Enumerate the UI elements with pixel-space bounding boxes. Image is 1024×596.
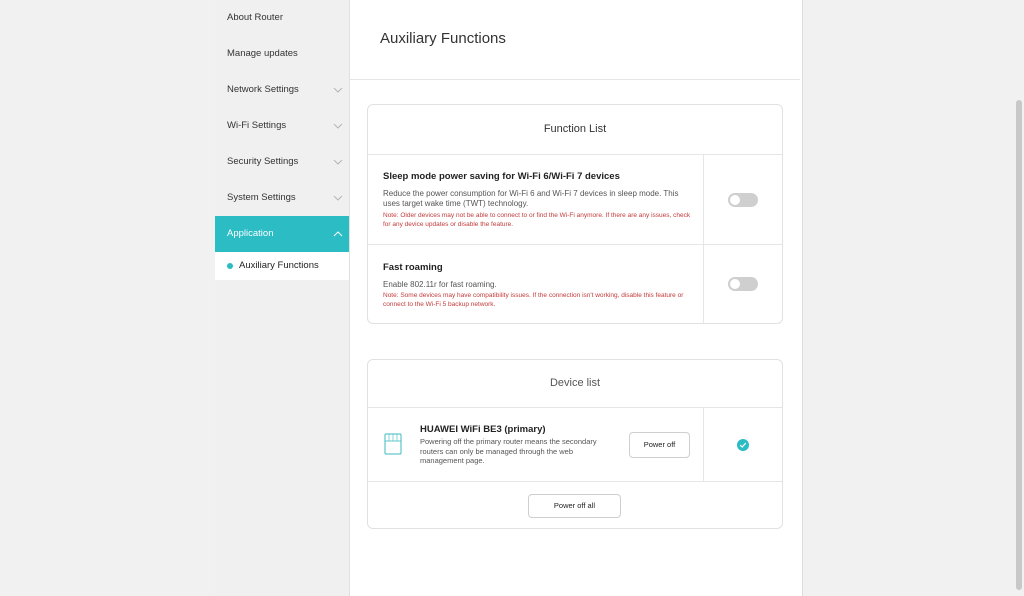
chevron-down-icon (332, 72, 344, 108)
router-icon (383, 432, 403, 461)
function-row-sleep-mode: Sleep mode power saving for Wi-Fi 6/Wi-F… (368, 155, 782, 245)
sidebar-item-label: About Router (227, 12, 283, 23)
function-info: Sleep mode power saving for Wi-Fi 6/Wi-F… (368, 155, 703, 244)
sidebar: About Router Manage updates Network Sett… (215, 0, 350, 596)
sidebar-item-wifi-settings[interactable]: Wi-Fi Settings (215, 108, 349, 144)
device-list-card: Device list HUAWEI WiFi BE3 (primary) Po… (367, 359, 783, 529)
chevron-up-icon (332, 216, 344, 252)
sidebar-subitem-auxiliary-functions[interactable]: Auxiliary Functions (215, 252, 349, 280)
power-off-all-row: Power off all (368, 482, 782, 529)
sidebar-item-manage-updates[interactable]: Manage updates (215, 36, 349, 72)
function-list-card: Function List Sleep mode power saving fo… (367, 104, 783, 324)
sidebar-item-label: Manage updates (227, 48, 298, 59)
device-info: HUAWEI WiFi BE3 (primary) Powering off t… (368, 408, 703, 481)
sidebar-item-label: System Settings (227, 192, 296, 203)
check-cell (704, 408, 782, 481)
sidebar-item-application[interactable]: Application (215, 216, 349, 252)
sidebar-item-label: Application (227, 228, 274, 239)
scrollbar[interactable] (1016, 100, 1022, 590)
device-row: HUAWEI WiFi BE3 (primary) Powering off t… (368, 408, 782, 482)
device-description: Powering off the primary router means th… (420, 437, 597, 465)
chevron-down-icon (332, 108, 344, 144)
sidebar-subitem-label: Auxiliary Functions (239, 260, 319, 271)
power-off-button[interactable]: Power off (629, 432, 690, 458)
function-description: Enable 802.11r for fast roaming. (383, 280, 497, 289)
power-off-all-button[interactable]: Power off all (528, 494, 621, 518)
page-title: Auxiliary Functions (380, 30, 506, 47)
function-note: Note: Older devices may not be able to c… (383, 212, 691, 228)
fast-roaming-toggle[interactable] (728, 277, 758, 291)
sidebar-item-security-settings[interactable]: Security Settings (215, 144, 349, 180)
sidebar-item-label: Security Settings (227, 156, 299, 167)
sidebar-item-label: Network Settings (227, 84, 299, 95)
toggle-cell (704, 245, 782, 323)
function-title: Fast roaming (383, 262, 443, 273)
toggle-cell (704, 155, 782, 244)
function-row-fast-roaming: Fast roaming Enable 802.11r for fast roa… (368, 245, 782, 323)
function-info: Fast roaming Enable 802.11r for fast roa… (368, 245, 703, 323)
active-dot-icon (227, 263, 233, 269)
sleep-mode-toggle[interactable] (728, 192, 758, 207)
device-name: HUAWEI WiFi BE3 (primary) (420, 424, 546, 435)
chevron-down-icon (332, 144, 344, 180)
function-note: Note: Some devices may have compatibilit… (383, 292, 684, 308)
device-list-title: Device list (368, 360, 782, 408)
sidebar-item-system-settings[interactable]: System Settings (215, 180, 349, 216)
toggle-knob (730, 279, 740, 289)
sidebar-item-about-router[interactable]: About Router (215, 0, 349, 36)
function-description: Reduce the power consumption for Wi-Fi 6… (383, 189, 679, 208)
function-title: Sleep mode power saving for Wi-Fi 6/Wi-F… (383, 171, 620, 182)
toggle-knob (730, 194, 740, 205)
check-circle-icon[interactable] (737, 438, 749, 451)
sidebar-item-network-settings[interactable]: Network Settings (215, 72, 349, 108)
function-list-title: Function List (368, 105, 782, 155)
sidebar-item-label: Wi-Fi Settings (227, 120, 287, 131)
chevron-down-icon (332, 180, 344, 216)
main-content: Auxiliary Functions Function List Sleep … (350, 0, 800, 596)
page-header: Auxiliary Functions (350, 0, 800, 80)
